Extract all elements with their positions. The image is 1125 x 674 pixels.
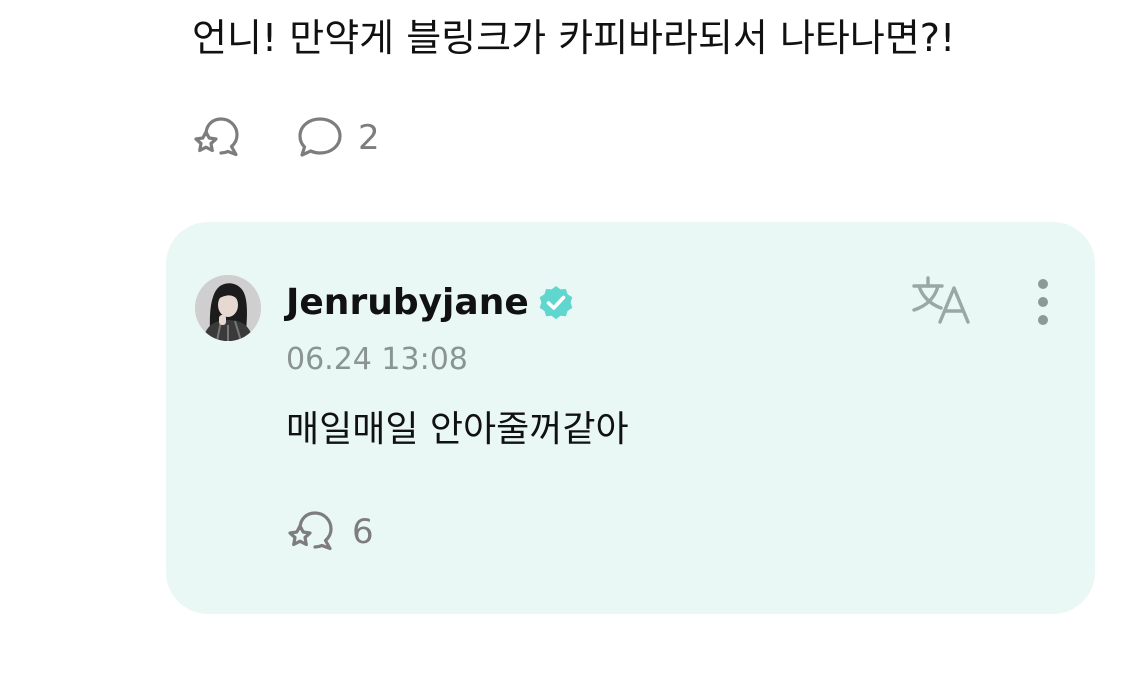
translate-icon [912,276,970,324]
bubble-star-icon [194,117,239,157]
vertical-dots-icon [1038,279,1048,325]
reply-timestamp: 06.24 13:08 [286,342,468,377]
more-options-button[interactable] [1026,276,1060,328]
post-actions: 2 [192,112,380,164]
reply-reaction-button[interactable]: 6 [286,507,374,557]
author-line: Jenrubyjane [286,278,575,328]
author-name[interactable]: Jenrubyjane [286,285,529,321]
post-thread: 언니! 만약게 블링크가 카피바라되서 나타나면?! 2 Jenrubyjane… [0,0,1125,674]
reply-actions: 6 [286,506,374,558]
post-text: 언니! 만약게 블링크가 카피바라되서 나타나면?! [192,16,956,60]
post-reaction-button[interactable] [192,113,244,163]
avatar[interactable] [195,275,261,341]
reply-text: 매일매일 안아줄꺼같아 [286,409,629,450]
reply-card: Jenrubyjane 06.24 13:08 매일매일 안아줄꺼같아 6 [166,222,1095,614]
translate-button[interactable] [910,274,974,328]
speech-bubble-icon [298,117,342,157]
bubble-star-icon [288,511,333,551]
post-comment-button[interactable]: 2 [296,115,380,161]
reaction-count: 6 [352,512,374,552]
verified-badge-icon [539,286,573,320]
comment-count: 2 [358,118,380,158]
